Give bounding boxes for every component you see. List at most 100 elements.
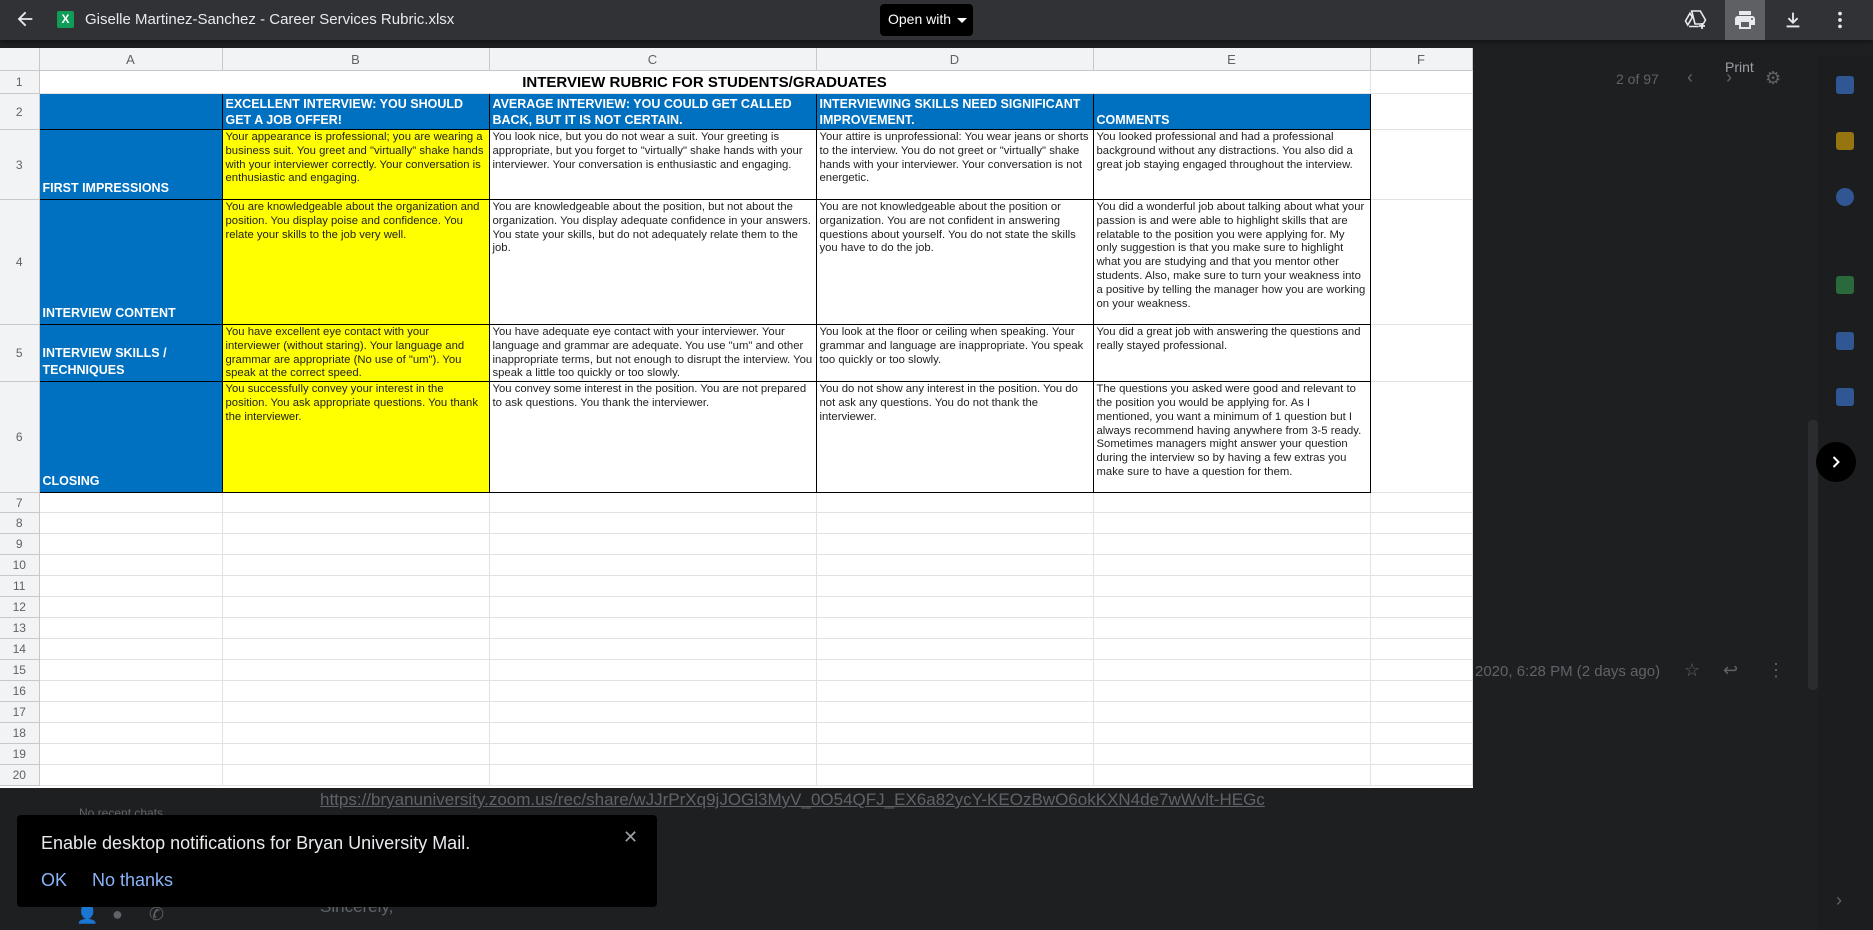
average-interview-content: You are knowledgeable about the position… — [488, 199, 817, 325]
empty-cell — [39, 512, 223, 535]
excellent-interview-skills: You have excellent eye contact with your… — [221, 323, 490, 383]
header-cell-a — [38, 93, 223, 130]
empty-cell — [222, 617, 490, 640]
excel-file-icon: X — [57, 11, 74, 28]
person-icon[interactable]: 👤 — [76, 904, 98, 925]
close-icon[interactable]: ✕ — [623, 827, 638, 848]
sheet-row-8: 8 — [0, 512, 1473, 535]
average-first-impressions: You look nice, but you do not wear a sui… — [488, 129, 817, 200]
empty-cell — [1370, 722, 1473, 745]
row-header: 4 — [0, 199, 40, 325]
average-closing: You convey some interest in the position… — [488, 381, 817, 494]
chevron-right-icon — [1832, 456, 1840, 468]
settings-icon[interactable]: ⚙ — [1765, 68, 1781, 89]
no-thanks-button[interactable]: No thanks — [92, 870, 173, 891]
empty-cell — [1093, 554, 1371, 577]
row-header: 2 — [0, 93, 40, 130]
empty-cell — [1370, 638, 1473, 661]
empty-cell — [39, 722, 223, 745]
sheet-row-7: 7 — [0, 492, 1473, 514]
more-vert-icon[interactable]: ⋮ — [1767, 660, 1785, 681]
header-needs-improvement: INTERVIEWING SKILLS NEED SIGNIFICANT IMP… — [815, 93, 1094, 130]
zoom-recording-link[interactable]: https://bryanuniversity.zoom.us/rec/shar… — [320, 790, 1265, 810]
empty-cell — [1370, 381, 1473, 494]
row-header: 14 — [0, 638, 40, 661]
viewer-toolbar: X Giselle Martinez-Sanchez - Career Serv… — [0, 0, 1873, 40]
zoom-icon — [1836, 332, 1854, 350]
chevron-right-small-icon: › — [1836, 890, 1842, 910]
print-icon[interactable] — [1725, 0, 1765, 40]
empty-cell — [489, 659, 817, 682]
empty-cell — [222, 722, 490, 745]
empty-cell — [39, 575, 223, 598]
empty-cell — [1370, 596, 1473, 619]
empty-cell — [222, 512, 490, 535]
empty-cell — [1093, 722, 1371, 745]
empty-cell — [1093, 764, 1371, 787]
empty-cell — [39, 617, 223, 640]
empty-cell — [39, 743, 223, 766]
sheet-row-15: 15 — [0, 659, 1473, 682]
empty-cell — [1370, 129, 1473, 200]
next-file-button[interactable] — [1816, 442, 1856, 482]
label-interview-content: INTERVIEW CONTENT — [38, 199, 223, 325]
open-with-button[interactable]: Open with — [880, 4, 973, 36]
empty-cell — [1093, 533, 1371, 556]
needs-improvement-interview-skills: You look at the floor or ceiling when sp… — [815, 323, 1094, 383]
needs-improvement-interview-content: You are not knowledgeable about the posi… — [815, 199, 1094, 325]
more-options-icon[interactable] — [1820, 0, 1860, 40]
star-icon[interactable]: ☆ — [1684, 660, 1700, 681]
empty-cell — [489, 554, 817, 577]
empty-cell — [1093, 575, 1371, 598]
empty-cell — [489, 680, 817, 703]
sheet-row-6: 6 CLOSING You successfully convey your i… — [0, 381, 1473, 494]
label-interview-skills: INTERVIEW SKILLS / TECHNIQUES — [38, 323, 223, 383]
empty-cell — [816, 764, 1094, 787]
add-to-drive-icon[interactable] — [1676, 0, 1716, 40]
empty-cell — [489, 512, 817, 535]
sheet-row-4: 4 INTERVIEW CONTENT You are knowledgeabl… — [0, 199, 1473, 325]
empty-cell — [1370, 743, 1473, 766]
column-header-row: A B C D E F — [0, 48, 1473, 71]
empty-cell — [222, 492, 490, 514]
empty-cell — [222, 680, 490, 703]
phone-icon[interactable]: ✆ — [149, 904, 164, 925]
row-header: 10 — [0, 554, 40, 577]
empty-cell — [1370, 554, 1473, 577]
row-header: 3 — [0, 129, 40, 200]
empty-cell — [1370, 199, 1473, 325]
download-icon[interactable] — [1773, 0, 1813, 40]
empty-cell — [39, 596, 223, 619]
location-icon[interactable]: ● — [112, 904, 123, 925]
empty-cell — [39, 659, 223, 682]
caret-down-icon — [957, 17, 968, 23]
label-closing: CLOSING — [38, 381, 223, 494]
empty-cell — [489, 722, 817, 745]
row-header: 19 — [0, 743, 40, 766]
pager-count: 2 of 97 — [1616, 71, 1659, 87]
ok-button[interactable]: OK — [41, 870, 67, 891]
sheet-row-14: 14 — [0, 638, 1473, 661]
header-comments: COMMENTS — [1092, 93, 1371, 130]
empty-cell — [222, 554, 490, 577]
empty-cell — [1370, 492, 1473, 514]
empty-cell — [816, 533, 1094, 556]
empty-cell — [1370, 680, 1473, 703]
excellent-closing: You successfully convey your interest in… — [221, 381, 490, 494]
column-header-f: F — [1370, 48, 1473, 71]
row-header: 8 — [0, 512, 40, 535]
empty-cell — [1370, 575, 1473, 598]
chevron-left-icon[interactable]: ‹ — [1687, 67, 1693, 88]
row-header: 11 — [0, 575, 40, 598]
back-arrow-icon[interactable] — [12, 8, 38, 32]
sheet-row-16: 16 — [0, 680, 1473, 703]
empty-cell — [1093, 638, 1371, 661]
sheet-row-13: 13 — [0, 617, 1473, 640]
corner-cell — [0, 48, 40, 71]
tasks-icon — [1836, 188, 1854, 206]
header-excellent: EXCELLENT INTERVIEW: YOU SHOULD GET A JO… — [221, 93, 490, 130]
reply-icon[interactable]: ↩ — [1723, 660, 1738, 681]
empty-cell — [816, 743, 1094, 766]
row-header: 5 — [0, 324, 40, 383]
empty-cell — [222, 701, 490, 724]
